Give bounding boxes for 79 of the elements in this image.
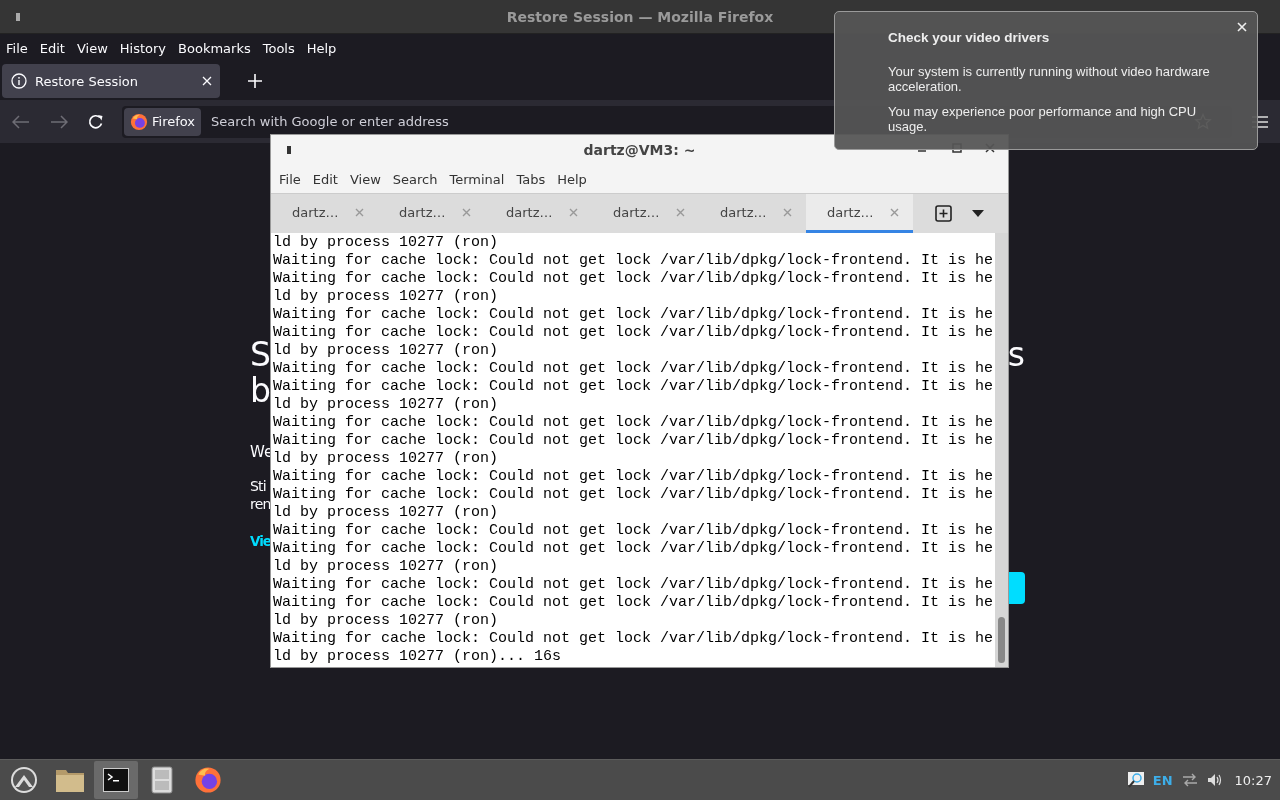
terminal-tab[interactable]: dartz…: [592, 194, 699, 233]
terminal-tab[interactable]: dartz…: [271, 194, 378, 233]
terminal-line: Waiting for cache lock: Could not get lock /var/lib/dpkg/lock-frontend. It is he: [273, 630, 994, 648]
window-menu-icon[interactable]: [15, 11, 21, 22]
terminal-line: ld by process 10277 (ron): [273, 342, 499, 360]
mountain-logo-icon: [10, 766, 38, 794]
terminal-line: Waiting for cache lock: Could not get lock /var/lib/dpkg/lock-frontend. It is he: [273, 306, 994, 324]
terminal-line: ld by process 10277 (ron): [273, 288, 499, 306]
terminal-tab[interactable]: dartz…: [378, 194, 485, 233]
terminal-line: ld by process 10277 (ron)... 16s: [273, 648, 562, 666]
terminal-line: ld by process 10277 (ron): [273, 504, 499, 522]
heading-text: s: [1007, 337, 1025, 373]
terminal-line: Waiting for cache lock: Could not get lock /var/lib/dpkg/lock-frontend. It is he: [273, 468, 994, 486]
terminal-line: Waiting for cache lock: Could not get lock /var/lib/dpkg/lock-frontend. It is he: [273, 414, 994, 432]
menu-item[interactable]: Edit: [306, 171, 344, 187]
info-icon: [11, 73, 27, 89]
menu-item[interactable]: Terminal: [443, 171, 511, 187]
menu-item[interactable]: File: [0, 40, 34, 56]
terminal-line: ld by process 10277 (ron): [273, 558, 499, 576]
firefox-logo-icon: [194, 766, 222, 794]
terminal-line: Waiting for cache lock: Could not get lock /var/lib/dpkg/lock-frontend. It is he: [273, 432, 994, 450]
terminal-line: Waiting for cache lock: Could not get lock /var/lib/dpkg/lock-frontend. It is he: [273, 486, 994, 504]
clock[interactable]: 10:27: [1234, 772, 1272, 788]
terminal-line: ld by process 10277 (ron): [273, 612, 499, 630]
volume-icon[interactable]: [1206, 773, 1223, 787]
menu-item[interactable]: View: [343, 171, 387, 187]
new-tab-plus-icon[interactable]: [248, 74, 262, 88]
paragraph-text: ren: [250, 495, 271, 513]
terminal-line: Waiting for cache lock: Could not get lock /var/lib/dpkg/lock-frontend. It is he: [273, 270, 994, 288]
terminal-line: Waiting for cache lock: Could not get lock /var/lib/dpkg/lock-frontend. It is he: [273, 324, 994, 342]
magnifier-icon[interactable]: [1126, 771, 1145, 789]
notification-text: Your system is currently running without video hardware acceleration.: [888, 64, 1211, 94]
terminal-tab[interactable]: dartz…: [806, 194, 913, 233]
folder-icon: [55, 767, 85, 793]
terminal-line: Waiting for cache lock: Could not get lock /var/lib/dpkg/lock-frontend. It is he: [273, 378, 994, 396]
terminal-tab[interactable]: dartz…: [485, 194, 592, 233]
network-icon[interactable]: [1180, 772, 1199, 788]
terminal-icon: [103, 768, 129, 792]
link[interactable]: Vie: [250, 533, 271, 549]
menu-item[interactable]: Help: [300, 40, 343, 56]
window-title: dartz@VM3: ~: [583, 142, 696, 158]
file-cabinet-icon: [151, 766, 173, 794]
taskbar-app[interactable]: [94, 761, 138, 799]
menu-item[interactable]: Edit: [33, 40, 71, 56]
notification-text: You may experience poor performance and high CPU usage.: [888, 104, 1198, 134]
firefox-logo-icon: [130, 112, 148, 131]
terminal-line: Waiting for cache lock: Could not get lock /var/lib/dpkg/lock-frontend. It is he: [273, 360, 994, 378]
terminal-line: Waiting for cache lock: Could not get lock /var/lib/dpkg/lock-frontend. It is he: [273, 252, 994, 270]
terminal-line: Waiting for cache lock: Could not get lock /var/lib/dpkg/lock-frontend. It is he: [273, 540, 994, 558]
menu-item[interactable]: Bookmarks: [172, 40, 257, 56]
terminal-line: Waiting for cache lock: Could not get lock /var/lib/dpkg/lock-frontend. It is he: [273, 594, 994, 612]
browser-tab[interactable]: Restore Session: [2, 64, 220, 98]
terminal-line: ld by process 10277 (ron): [273, 234, 499, 252]
menu-item[interactable]: Tabs: [510, 171, 552, 187]
notification-title: Check your video drivers: [888, 30, 1051, 45]
identity-button[interactable]: Firefox: [124, 107, 202, 136]
terminal-line: Waiting for cache lock: Could not get lock /var/lib/dpkg/lock-frontend. It is he: [273, 576, 994, 594]
new-tab-icon[interactable]: [935, 205, 952, 222]
reload-icon[interactable]: [88, 113, 104, 130]
dropdown-caret-icon[interactable]: [972, 210, 984, 217]
terminal-line: ld by process 10277 (ron): [273, 450, 499, 468]
menu-item[interactable]: Help: [551, 171, 593, 187]
paragraph-text: Sti: [250, 477, 266, 495]
menu-item[interactable]: Search: [386, 171, 444, 187]
terminal-line: ld by process 10277 (ron): [273, 396, 499, 414]
window-title: Restore Session — Mozilla Firefox: [506, 8, 774, 25]
forward-arrow-icon[interactable]: [50, 114, 68, 129]
menu-item[interactable]: File: [273, 171, 307, 187]
window-menu-icon[interactable]: [286, 145, 292, 155]
terminal-line: Waiting for cache lock: Could not get lock /var/lib/dpkg/lock-frontend. It is he: [273, 522, 994, 540]
keyboard-layout[interactable]: EN: [1152, 772, 1173, 788]
menu-item[interactable]: Tools: [256, 40, 301, 56]
heading-text: S: [250, 337, 271, 373]
back-arrow-icon[interactable]: [12, 114, 30, 129]
scrollbar[interactable]: [995, 233, 1008, 667]
terminal-tab[interactable]: dartz…: [699, 194, 806, 233]
menu-item[interactable]: View: [70, 40, 114, 56]
heading-text: b: [250, 373, 271, 409]
menu-item[interactable]: History: [113, 40, 173, 56]
